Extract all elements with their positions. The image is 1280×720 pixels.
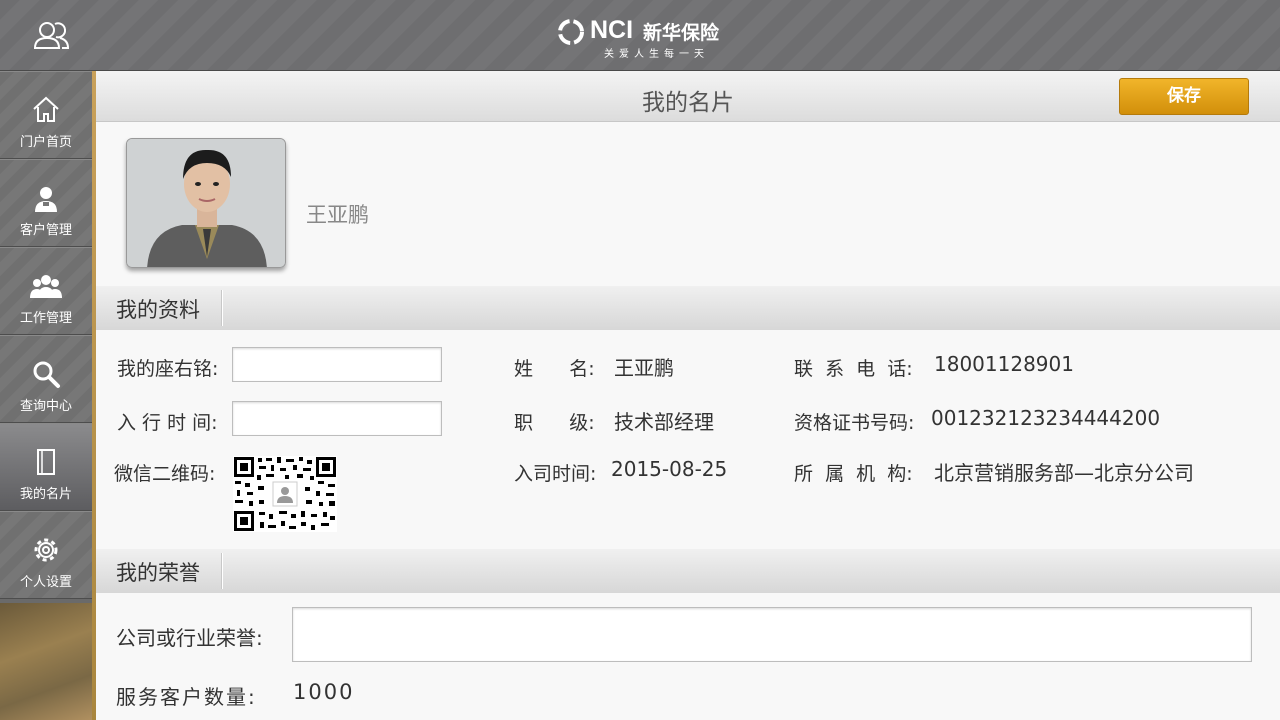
certificate-label: 资格证书号码: xyxy=(794,412,915,434)
section-divider xyxy=(221,290,223,326)
sidebar-item-work[interactable]: 工作管理 xyxy=(0,247,92,335)
wechat-qr-code[interactable] xyxy=(233,456,337,532)
page-header: 我的名片 保存 xyxy=(96,71,1280,122)
entry-date-input[interactable] xyxy=(232,401,442,436)
sidebar-item-label: 我的名片 xyxy=(19,487,72,502)
home-icon xyxy=(33,96,59,122)
join-date-value: 2015-08-25 xyxy=(611,457,728,481)
name-value: 王亚鹏 xyxy=(614,356,674,380)
nci-logo: NCI 新华保险 关爱人生每一天 xyxy=(556,14,736,60)
motto-label: 我的座右铭: xyxy=(117,358,219,380)
phone-label: 联 系 电 话: xyxy=(794,358,913,380)
honor-section-header: 我的荣誉 xyxy=(96,549,1280,593)
page-title: 我的名片 xyxy=(642,90,734,116)
certificate-value: 001232123234444200 xyxy=(931,406,1161,430)
logo-chinese: 新华保险 xyxy=(643,22,720,44)
section-divider xyxy=(221,553,223,589)
rank-label: 职 级: xyxy=(514,412,595,434)
clients-count-value: 1000 xyxy=(293,680,355,704)
honor-input[interactable] xyxy=(292,607,1252,662)
sidebar-item-label: 工作管理 xyxy=(19,311,72,326)
save-button[interactable]: 保存 xyxy=(1119,78,1249,115)
organization-label: 所 属 机 构: xyxy=(794,463,913,485)
sidebar-item-settings[interactable]: 个人设置 xyxy=(0,511,92,599)
honor-label: 公司或行业荣誉: xyxy=(116,626,263,650)
section-title: 我的资料 xyxy=(116,298,200,322)
profile-section-header: 我的资料 xyxy=(96,286,1280,330)
logo-ring-icon xyxy=(558,19,584,45)
profile-photo[interactable] xyxy=(126,138,286,268)
team-icon xyxy=(30,275,62,298)
main-panel: 我的名片 保存 王亚鹏 我的资料 我的座右铭: 入 行 时 间: 微信二维码: xyxy=(96,71,1280,720)
sidebar-item-label: 门户首页 xyxy=(19,135,72,150)
sidebar-item-card[interactable]: 我的名片 xyxy=(0,423,92,511)
logo-brand: NCI xyxy=(590,16,634,44)
join-date-label: 入司时间: xyxy=(514,463,597,485)
motto-input[interactable] xyxy=(232,347,442,382)
sidebar-item-label: 个人设置 xyxy=(19,575,72,590)
sidebar-item-home[interactable]: 门户首页 xyxy=(0,71,92,159)
sidebar-item-label: 客户管理 xyxy=(19,223,72,238)
wechat-qr-label: 微信二维码: xyxy=(114,463,216,485)
gear-icon xyxy=(34,538,58,562)
user-group-icon[interactable] xyxy=(30,16,74,56)
sidebar-decoration xyxy=(0,603,92,720)
sidebar-item-query[interactable]: 查询中心 xyxy=(0,335,92,423)
sidebar-item-label: 查询中心 xyxy=(19,399,72,414)
logo-slogan: 关爱人生每一天 xyxy=(604,49,709,60)
rank-value: 技术部经理 xyxy=(614,410,714,434)
customer-icon xyxy=(35,187,57,212)
entry-date-label: 入 行 时 间: xyxy=(117,412,218,434)
profile-name: 王亚鹏 xyxy=(306,203,369,227)
search-icon xyxy=(33,361,60,388)
clients-count-label: 服务客户数量: xyxy=(116,685,257,709)
top-bar: NCI 新华保险 关爱人生每一天 xyxy=(0,0,1280,71)
phone-value: 18001128901 xyxy=(934,352,1074,376)
section-title: 我的荣誉 xyxy=(116,561,200,585)
organization-value: 北京营销服务部—北京分公司 xyxy=(934,461,1194,485)
name-label: 姓 名: xyxy=(514,358,595,380)
sidebar-item-customers[interactable]: 客户管理 xyxy=(0,159,92,247)
card-icon xyxy=(37,449,55,475)
sidebar: 门户首页 客户管理 工作管理 查询中心 我的名片 个人设置 xyxy=(0,71,92,720)
